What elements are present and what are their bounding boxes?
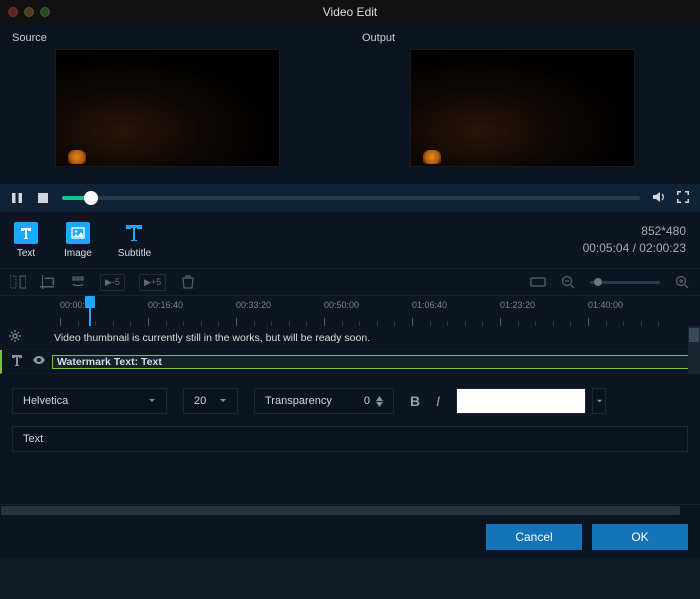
mode-subtitle[interactable]: Subtitle bbox=[118, 222, 151, 259]
mode-subtitle-label: Subtitle bbox=[118, 248, 151, 259]
transparency-stepper[interactable] bbox=[376, 396, 383, 407]
chevron-down-icon bbox=[148, 397, 156, 405]
color-swatch[interactable] bbox=[456, 388, 586, 414]
mode-text[interactable]: Text bbox=[14, 222, 38, 259]
zoom-out-button[interactable] bbox=[560, 275, 576, 289]
resolution-text: 852*480 bbox=[583, 223, 686, 240]
transparency-field[interactable]: Transparency 0 bbox=[254, 388, 394, 414]
crop-button[interactable] bbox=[40, 275, 56, 289]
gear-icon bbox=[8, 329, 22, 346]
ok-label: OK bbox=[631, 530, 648, 544]
mode-text-label: Text bbox=[17, 248, 35, 259]
timeline-toolbar: ▶-5 ▶+5 bbox=[0, 268, 700, 296]
font-size-selector[interactable]: 20 bbox=[183, 388, 238, 414]
window-title: Video Edit bbox=[0, 5, 700, 19]
transparency-label: Transparency bbox=[265, 395, 332, 407]
stop-button[interactable] bbox=[36, 192, 50, 204]
fit-button[interactable] bbox=[530, 275, 546, 289]
transparency-value: 0 bbox=[364, 395, 370, 407]
pause-button[interactable] bbox=[10, 192, 24, 204]
subtitle-icon bbox=[122, 222, 146, 244]
source-label: Source bbox=[12, 32, 47, 44]
font-selector[interactable]: Helvetica bbox=[12, 388, 167, 414]
text-icon bbox=[14, 222, 38, 244]
ruler-tick: 01:40:00 bbox=[588, 300, 623, 310]
time-text: 00:05:04 / 02:00:23 bbox=[583, 240, 686, 257]
preview-area: Source Output bbox=[0, 24, 700, 184]
mode-image-label: Image bbox=[64, 248, 92, 259]
vertical-scrollbar[interactable] bbox=[688, 326, 700, 374]
chevron-down-icon bbox=[219, 397, 227, 405]
ruler-tick: 00:33:20 bbox=[236, 300, 271, 310]
italic-button[interactable]: I bbox=[436, 393, 440, 409]
ruler-tick: 00:16:40 bbox=[148, 300, 183, 310]
tracks-area: Video thumbnail is currently still in th… bbox=[0, 326, 700, 374]
output-video-frame bbox=[410, 49, 635, 167]
chevron-down-icon bbox=[376, 402, 383, 407]
source-video-frame bbox=[55, 49, 280, 167]
font-value: Helvetica bbox=[23, 395, 68, 407]
fullscreen-button[interactable] bbox=[676, 190, 690, 207]
footer: Cancel OK bbox=[0, 516, 700, 558]
image-icon bbox=[66, 222, 90, 244]
ruler-tick: 00:50:00 bbox=[324, 300, 359, 310]
effects-button[interactable] bbox=[70, 275, 86, 289]
split-button[interactable] bbox=[10, 275, 26, 289]
track-watermark[interactable]: Watermark Text: Text bbox=[0, 350, 700, 374]
trim-fwd-5[interactable]: ▶+5 bbox=[139, 274, 166, 291]
text-track-icon bbox=[10, 353, 24, 370]
bold-button[interactable]: B bbox=[410, 393, 420, 409]
delete-button[interactable] bbox=[180, 275, 196, 289]
font-size-value: 20 bbox=[194, 395, 206, 407]
zoom-in-button[interactable] bbox=[674, 275, 690, 289]
color-dropdown[interactable] bbox=[592, 388, 606, 414]
chevron-up-icon bbox=[376, 396, 383, 401]
playback-bar bbox=[0, 184, 700, 212]
horizontal-scrollbar[interactable] bbox=[0, 504, 700, 516]
source-preview: Source bbox=[0, 24, 350, 184]
ruler-tick: 01:23:20 bbox=[500, 300, 535, 310]
mode-bar: Text Image Subtitle 852*480 00:05:04 / 0… bbox=[0, 212, 700, 268]
zoom-slider[interactable] bbox=[590, 281, 660, 284]
track-video[interactable]: Video thumbnail is currently still in th… bbox=[0, 326, 700, 350]
ruler-tick: 01:06:40 bbox=[412, 300, 447, 310]
track-thumbnail-message: Video thumbnail is currently still in th… bbox=[50, 332, 700, 344]
properties-panel: Helvetica 20 Transparency 0 B I Text bbox=[0, 374, 700, 504]
playback-slider-knob[interactable] bbox=[84, 191, 98, 205]
cancel-label: Cancel bbox=[515, 530, 552, 544]
titlebar: Video Edit bbox=[0, 0, 700, 24]
playback-slider[interactable] bbox=[62, 196, 640, 200]
ok-button[interactable]: OK bbox=[592, 524, 688, 550]
time-info: 852*480 00:05:04 / 02:00:23 bbox=[583, 223, 686, 257]
mode-image[interactable]: Image bbox=[64, 222, 92, 259]
cancel-button[interactable]: Cancel bbox=[486, 524, 582, 550]
playhead[interactable] bbox=[85, 296, 95, 326]
trim-back-5[interactable]: ▶-5 bbox=[100, 274, 125, 291]
eye-icon[interactable] bbox=[32, 353, 46, 370]
track-watermark-label: Watermark Text: Text bbox=[52, 355, 700, 369]
output-label: Output bbox=[362, 32, 395, 44]
watermark-text-input[interactable]: Text bbox=[12, 426, 688, 452]
horizontal-scrollbar-thumb[interactable] bbox=[1, 506, 680, 515]
watermark-text-value: Text bbox=[23, 433, 43, 445]
output-preview: Output bbox=[350, 24, 700, 184]
volume-button[interactable] bbox=[652, 190, 666, 207]
timeline-ruler[interactable]: 00:00:00 00:16:40 00:33:20 00:50:00 01:0… bbox=[0, 296, 700, 326]
